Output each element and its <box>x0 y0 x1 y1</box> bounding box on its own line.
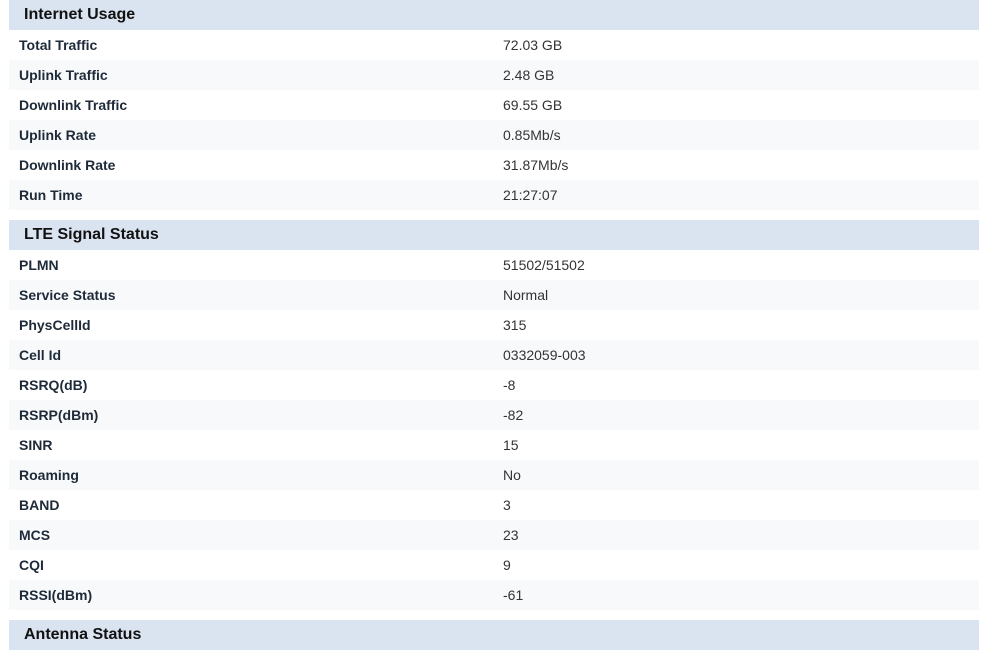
row-label: PLMN <box>19 257 59 273</box>
internet-usage-section: Internet Usage Total Traffic 72.03 GB Upl… <box>9 0 979 210</box>
table-row: RSSI(dBm) -61 <box>9 580 979 610</box>
table-row: Uplink Rate 0.85Mb/s <box>9 120 979 150</box>
table-row: MCS 23 <box>9 520 979 550</box>
table-row: Downlink Traffic 69.55 GB <box>9 90 979 120</box>
row-label: Uplink Traffic <box>19 67 108 83</box>
row-label: Downlink Traffic <box>19 97 128 113</box>
table-row: Roaming No <box>9 460 979 490</box>
row-label: Run Time <box>19 187 83 203</box>
table-row: Downlink Rate 31.87Mb/s <box>9 150 979 180</box>
row-label: Total Traffic <box>19 37 98 53</box>
table-row: RSRQ(dB) -8 <box>9 370 979 400</box>
row-label: Roaming <box>19 467 79 483</box>
row-value: 3 <box>503 497 511 513</box>
row-label: MCS <box>19 527 51 543</box>
row-label: BAND <box>19 497 60 513</box>
section-title: LTE Signal Status <box>9 220 979 250</box>
section-title: Antenna Status <box>9 620 979 650</box>
row-value: Normal <box>503 287 549 303</box>
lte-signal-status-section: LTE Signal Status PLMN 51502/51502 Servic… <box>9 220 979 610</box>
row-value: 0.85Mb/s <box>503 127 561 143</box>
table-row: BAND 3 <box>9 490 979 520</box>
row-label: CQI <box>19 557 44 573</box>
row-value: 15 <box>503 437 519 453</box>
row-label: RSSI(dBm) <box>19 587 93 603</box>
table-row: PhysCellId 315 <box>9 310 979 340</box>
table-row: CQI 9 <box>9 550 979 580</box>
internet-usage-table: Total Traffic 72.03 GB Uplink Traffic 2.48… <box>9 30 979 210</box>
status-page: Internet Usage Total Traffic 72.03 GB Upl… <box>9 0 979 660</box>
row-value: -82 <box>503 407 524 423</box>
section-title: Internet Usage <box>9 0 979 30</box>
row-value: -61 <box>503 587 524 603</box>
row-label: Downlink Rate <box>19 157 116 173</box>
row-label: Uplink Rate <box>19 127 97 143</box>
table-row: Uplink Traffic 2.48 GB <box>9 60 979 90</box>
row-label: RSRQ(dB) <box>19 377 88 393</box>
lte-signal-table: PLMN 51502/51502 Service Status Normal Phy… <box>9 250 979 610</box>
row-value: 23 <box>503 527 519 543</box>
table-row: Run Time 21:27:07 <box>9 180 979 210</box>
row-label: Service Status <box>19 287 116 303</box>
row-value: No <box>503 467 521 483</box>
row-value: 69.55 GB <box>503 97 563 113</box>
row-value: 72.03 GB <box>503 37 563 53</box>
row-label: RSRP(dBm) <box>19 407 99 423</box>
row-value: -8 <box>503 377 516 393</box>
row-value: 2.48 GB <box>503 67 555 83</box>
row-label: SINR <box>19 437 53 453</box>
row-value: 0332059-003 <box>503 347 586 363</box>
table-row: SINR 15 <box>9 430 979 460</box>
table-row: RSRP(dBm) -82 <box>9 400 979 430</box>
table-row: Service Status Normal <box>9 280 979 310</box>
table-row: Cell Id 0332059-003 <box>9 340 979 370</box>
row-value: 315 <box>503 317 527 333</box>
row-value: 9 <box>503 557 511 573</box>
row-value: 31.87Mb/s <box>503 157 569 173</box>
row-label: Cell Id <box>19 347 62 363</box>
row-value: 51502/51502 <box>503 257 585 273</box>
table-row: PLMN 51502/51502 <box>9 250 979 280</box>
table-row: Total Traffic 72.03 GB <box>9 30 979 60</box>
antenna-status-section: Antenna Status <box>9 620 979 650</box>
row-label: PhysCellId <box>19 317 91 333</box>
row-value: 21:27:07 <box>503 187 558 203</box>
